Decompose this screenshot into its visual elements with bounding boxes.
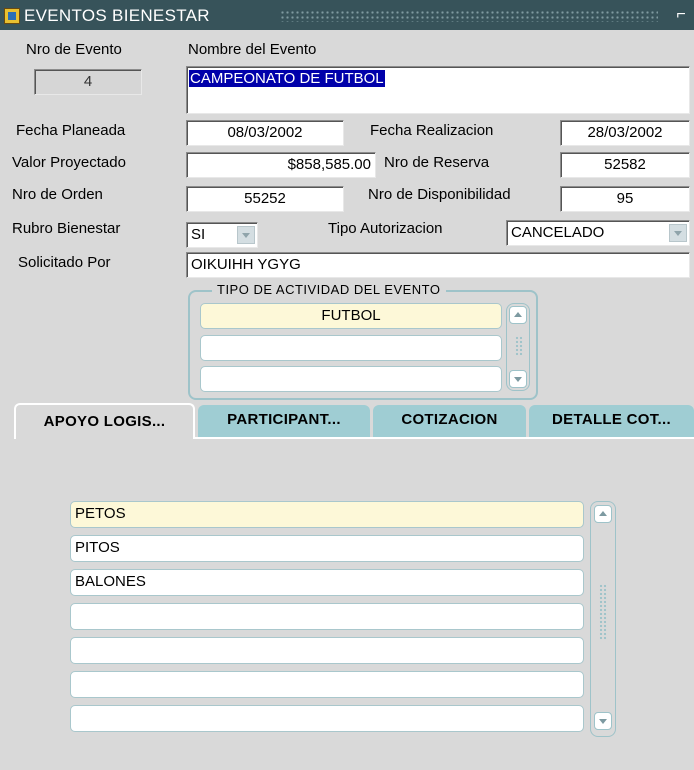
apoyo-item-row[interactable] xyxy=(70,637,584,664)
fecha-realizacion-field[interactable]: 28/03/2002 xyxy=(560,120,690,146)
apoyo-scrollbar[interactable] xyxy=(590,501,616,737)
rubro-bienestar-select[interactable]: SI xyxy=(186,222,258,248)
fecha-planeada-label: Fecha Planeada xyxy=(16,122,126,139)
title-bar-grip xyxy=(280,10,658,22)
window-control-icon[interactable]: ⌐ xyxy=(672,6,690,24)
activity-type-group-title: TIPO DE ACTIVIDAD DEL EVENTO xyxy=(212,282,446,297)
apoyo-item-row[interactable]: PETOS xyxy=(70,501,584,528)
activity-row[interactable] xyxy=(200,335,502,361)
tab-apoyo-logistico[interactable]: APOYO LOGIS... xyxy=(14,403,195,439)
event-name-field[interactable]: CAMPEONATO DE FUTBOL xyxy=(186,66,690,114)
window-title: EVENTOS BIENESTAR xyxy=(24,6,210,25)
tab-detalle-cotizacion[interactable]: DETALLE COT... xyxy=(529,405,694,437)
nro-disponibilidad-field[interactable]: 95 xyxy=(560,186,690,212)
fecha-realizacion-label: Fecha Realizacion xyxy=(370,122,494,139)
apoyo-item-row[interactable] xyxy=(70,671,584,698)
scroll-thumb-grip[interactable] xyxy=(515,336,523,356)
activity-scrollbar[interactable] xyxy=(506,303,530,391)
nro-disponibilidad-label: Nro de Disponibilidad xyxy=(368,186,511,203)
rubro-bienestar-label: Rubro Bienestar xyxy=(12,220,121,237)
apoyo-item-row[interactable]: BALONES xyxy=(70,569,584,596)
tipo-autorizacion-label: Tipo Autorizacion xyxy=(328,220,443,237)
nro-orden-field[interactable]: 55252 xyxy=(186,186,344,212)
event-name-value: CAMPEONATO DE FUTBOL xyxy=(189,70,385,87)
event-number-label: Nro de Evento xyxy=(26,41,122,58)
tab-strip-border xyxy=(195,437,694,439)
tipo-autorizacion-select[interactable]: CANCELADO xyxy=(506,220,690,246)
activity-row[interactable] xyxy=(200,366,502,392)
nro-reserva-label: Nro de Reserva xyxy=(384,154,490,171)
tipo-autorizacion-value: CANCELADO xyxy=(511,224,605,241)
activity-row[interactable]: FUTBOL xyxy=(200,303,502,329)
chevron-down-icon[interactable] xyxy=(237,226,255,244)
valor-proyectado-field[interactable]: $858,585.00 xyxy=(186,152,376,178)
scroll-down-icon[interactable] xyxy=(594,712,612,730)
apoyo-item-row[interactable] xyxy=(70,705,584,732)
scroll-thumb-grip[interactable] xyxy=(599,584,607,640)
apoyo-item-row[interactable] xyxy=(70,603,584,630)
nro-reserva-field[interactable]: 52582 xyxy=(560,152,690,178)
rubro-bienestar-value: SI xyxy=(191,226,206,243)
app-form-icon xyxy=(4,8,20,24)
valor-proyectado-label: Valor Proyectado xyxy=(12,154,126,171)
fecha-planeada-field[interactable]: 08/03/2002 xyxy=(186,120,344,146)
scroll-down-icon[interactable] xyxy=(509,370,527,388)
apoyo-item-row[interactable]: PITOS xyxy=(70,535,584,562)
event-number-field[interactable]: 4 xyxy=(34,69,142,95)
scroll-up-icon[interactable] xyxy=(509,306,527,324)
chevron-down-icon[interactable] xyxy=(669,224,687,242)
nro-orden-label: Nro de Orden xyxy=(12,186,103,203)
form-window: EVENTOS BIENESTAR ⌐ Nro de Evento Nombre… xyxy=(0,0,694,770)
title-bar[interactable]: EVENTOS BIENESTAR ⌐ xyxy=(0,0,694,30)
scroll-up-icon[interactable] xyxy=(594,505,612,523)
tab-cotizacion[interactable]: COTIZACION xyxy=(373,405,526,437)
solicitado-por-field[interactable]: OIKUIHH YGYG xyxy=(186,252,690,278)
event-name-label: Nombre del Evento xyxy=(188,41,317,58)
solicitado-por-label: Solicitado Por xyxy=(18,254,111,271)
tab-participantes[interactable]: PARTICIPANT... xyxy=(198,405,370,437)
